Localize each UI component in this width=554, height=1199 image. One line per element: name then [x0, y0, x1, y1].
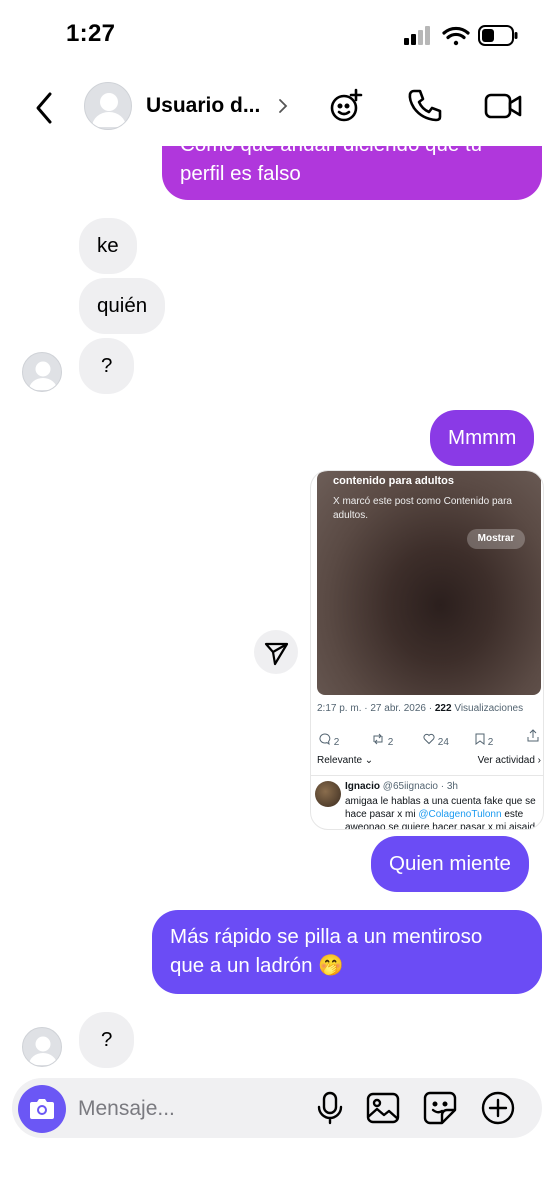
show-content-button[interactable]: Mostrar — [467, 529, 525, 549]
post-views-label: Visualizaciones — [454, 703, 524, 714]
post-views-count: 222 — [434, 703, 452, 714]
group-add-button[interactable] — [326, 86, 366, 126]
like-count[interactable]: 24 — [423, 733, 449, 748]
message-text: quién — [97, 294, 148, 317]
sticker-button[interactable] — [422, 1090, 458, 1126]
share-send-icon — [264, 642, 289, 666]
divider — [311, 775, 543, 776]
status-time: 1:27 — [66, 20, 116, 47]
share-icon[interactable] — [527, 729, 539, 746]
reply-count[interactable]: 2 — [319, 733, 339, 748]
reply-author-handle: @65iignacio · 3h — [382, 781, 458, 792]
gallery-icon — [366, 1092, 400, 1124]
post-reply-tabs: Relevante ⌄ Ver actividad › — [317, 755, 541, 771]
camera-button[interactable] — [18, 1085, 66, 1133]
post-warning-text: X marcó este post como Contenido para ad… — [333, 496, 512, 521]
contact-name[interactable]: Usuario d... — [146, 94, 260, 118]
add-button[interactable] — [480, 1090, 516, 1126]
message-outgoing[interactable]: Quien miente — [371, 836, 529, 892]
reply-mention: @ColagenoTulonn — [418, 809, 502, 820]
sender-avatar[interactable] — [22, 1027, 62, 1067]
reply-count-text: 2 — [333, 737, 340, 748]
post-actions: 2 2 24 2 — [319, 729, 539, 751]
reply-author-name: Ignacio — [345, 781, 381, 792]
view-activity-link[interactable]: Ver actividad › — [478, 755, 541, 766]
chevron-right-icon[interactable] — [276, 96, 290, 116]
video-icon — [484, 93, 522, 119]
repost-icon — [373, 733, 383, 745]
message-text-line: perfil es falso — [180, 162, 301, 185]
back-button[interactable] — [30, 88, 60, 128]
phone-icon — [408, 89, 442, 122]
sticker-icon — [423, 1091, 457, 1125]
gallery-button[interactable] — [365, 1090, 401, 1126]
sort-relevant[interactable]: Relevante ⌄ — [317, 755, 373, 766]
contact-avatar[interactable] — [84, 82, 132, 130]
shared-post-card[interactable]: contenido para adultos X marcó este post… — [310, 470, 544, 830]
sort-label: Relevante — [317, 755, 363, 766]
activity-label: Ver actividad — [477, 755, 535, 766]
message-text: ? — [101, 1028, 113, 1051]
microphone-button[interactable] — [312, 1090, 348, 1126]
video-call-button[interactable] — [484, 86, 524, 126]
message-outgoing[interactable]: Mmmm — [430, 410, 535, 466]
repost-count-text: 2 — [387, 737, 394, 748]
message-incoming[interactable]: ? — [79, 338, 135, 394]
bookmark-count[interactable]: 2 — [475, 733, 493, 748]
status-icons — [404, 22, 519, 50]
forward-button[interactable] — [254, 630, 298, 674]
repost-count[interactable]: 2 — [371, 733, 393, 748]
sender-avatar[interactable] — [22, 352, 62, 392]
message-text-line: que a un ladrón 🤭 — [170, 954, 344, 977]
like-count-text: 24 — [437, 737, 449, 748]
back-icon — [36, 92, 52, 124]
message-text: ke — [97, 234, 119, 257]
reply-icon — [319, 733, 331, 746]
camera-icon — [30, 1099, 54, 1119]
post-meta: 2:17 p. m. · 27 abr. 2026 · 222 Visualiz… — [317, 703, 523, 714]
reply-text: amigaa le hablas a una cuenta fake que s… — [345, 795, 541, 829]
post-warning-title: contenido para adultos — [333, 475, 455, 487]
bookmark-icon — [475, 733, 485, 745]
microphone-icon — [317, 1091, 343, 1125]
message-incoming[interactable]: quién — [79, 278, 166, 334]
message-text-line: Más rápido se pilla a un mentiroso — [170, 925, 483, 948]
message-incoming[interactable]: ke — [79, 218, 137, 274]
battery-icon — [478, 25, 518, 46]
message-text: Mmmm — [448, 426, 517, 449]
message-text: Quien miente — [389, 852, 511, 875]
call-button[interactable] — [404, 86, 444, 126]
bookmark-count-text: 2 — [487, 737, 494, 748]
reply-avatar — [315, 781, 341, 807]
message-input[interactable] — [78, 1092, 298, 1126]
post-reply: Ignacio @65iignacio · 3h amigaa le habla… — [315, 781, 541, 829]
message-text: ? — [101, 354, 113, 377]
post-time: 2:17 p. m. · 27 abr. 2026 · — [317, 703, 433, 714]
group-add-icon — [330, 88, 363, 122]
heart-icon — [423, 733, 435, 745]
message-outgoing[interactable]: Más rápido se pilla a un mentiroso que a… — [152, 910, 542, 994]
message-incoming[interactable]: ? — [79, 1012, 135, 1068]
reply-author: Ignacio @65iignacio · 3h — [345, 781, 458, 792]
plus-icon — [481, 1091, 515, 1125]
signal-icon — [404, 26, 430, 45]
wifi-icon — [442, 26, 470, 46]
